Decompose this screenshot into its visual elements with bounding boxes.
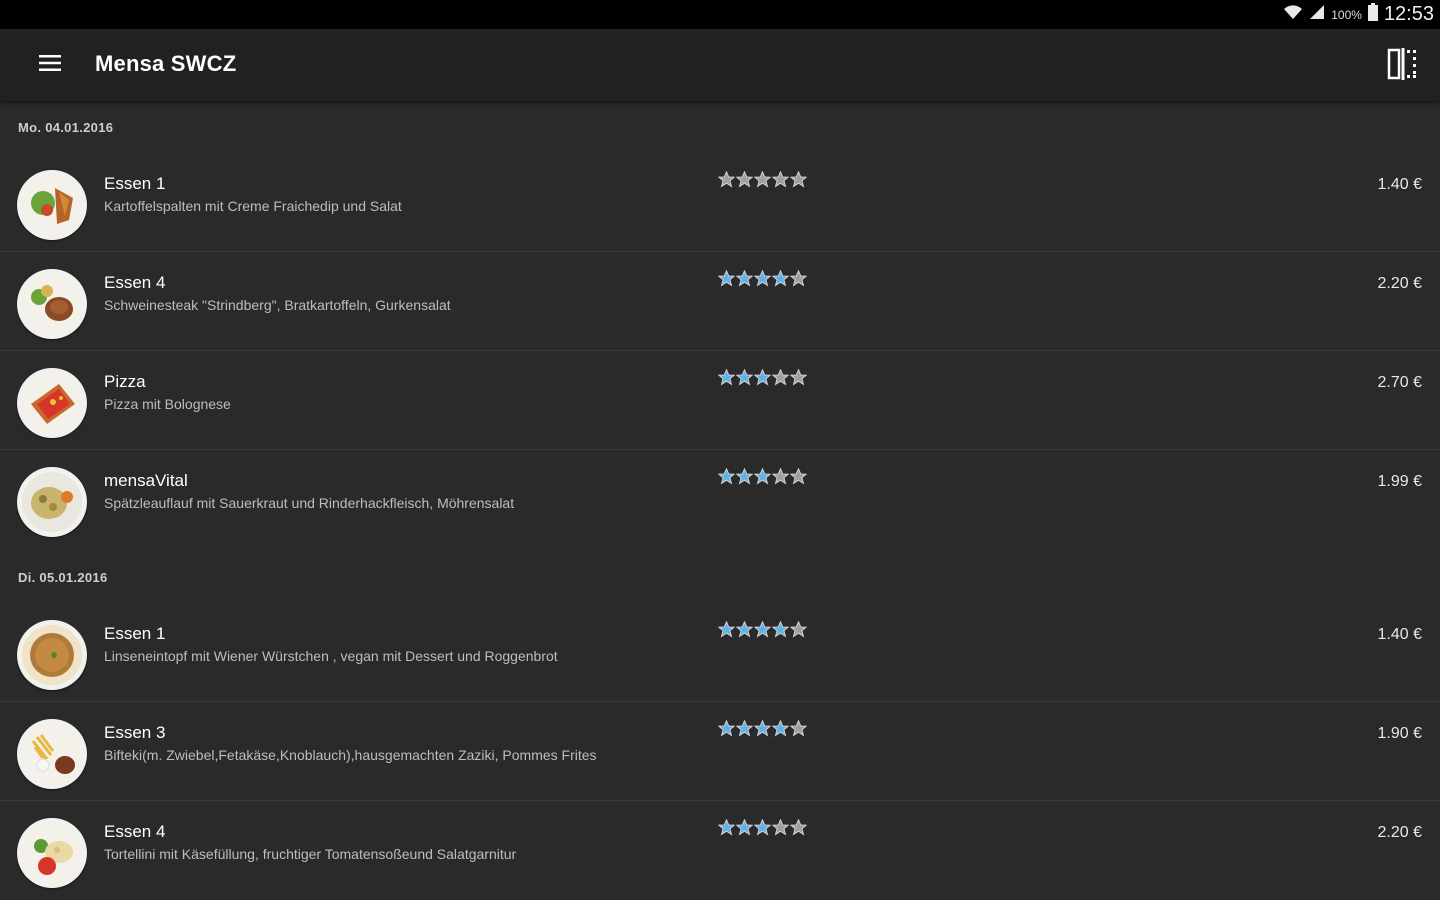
star-empty-icon bbox=[736, 171, 753, 188]
star-empty-icon bbox=[772, 369, 789, 386]
meal-description: Kartoffelspalten mit Creme Fraichedip un… bbox=[104, 198, 402, 214]
food-pizza-icon bbox=[17, 368, 87, 438]
star-filled-icon bbox=[736, 720, 753, 737]
meal-item[interactable]: Essen 1 Kartoffelspalten mit Creme Fraic… bbox=[0, 153, 1440, 252]
food-pork-steak-icon bbox=[17, 269, 87, 339]
meal-name: Essen 1 bbox=[104, 174, 166, 193]
star-empty-icon bbox=[790, 270, 807, 287]
star-filled-icon bbox=[754, 621, 771, 638]
meal-price: 1.40 € bbox=[1377, 176, 1422, 193]
status-bar: 100% 12:53 bbox=[0, 0, 1440, 29]
star-empty-icon bbox=[790, 369, 807, 386]
battery-percent: 100% bbox=[1331, 7, 1362, 22]
meal-item[interactable]: Essen 4 Tortellini mit Käsefüllung, fruc… bbox=[0, 801, 1440, 900]
rating-stars bbox=[718, 270, 807, 287]
star-empty-icon bbox=[754, 171, 771, 188]
meal-description: Bifteki(m. Zwiebel,Fetakäse,Knoblauch),h… bbox=[104, 747, 597, 763]
meal-price: 1.90 € bbox=[1377, 725, 1422, 742]
clock: 12:53 bbox=[1383, 3, 1434, 25]
star-empty-icon bbox=[790, 819, 807, 836]
star-filled-icon bbox=[754, 819, 771, 836]
day-header: Mo. 04.01.2016 bbox=[18, 120, 114, 135]
meal-price: 1.40 € bbox=[1377, 626, 1422, 643]
star-filled-icon bbox=[754, 468, 771, 485]
rating-stars bbox=[718, 369, 807, 386]
meal-description: Schweinesteak "Strindberg", Bratkartoffe… bbox=[104, 297, 451, 313]
star-filled-icon bbox=[718, 819, 735, 836]
food-spaetzle-casserole-icon bbox=[17, 467, 87, 537]
split-view-icon bbox=[1387, 47, 1419, 86]
meal-price: 2.20 € bbox=[1377, 824, 1422, 841]
meal-description: Pizza mit Bolognese bbox=[104, 396, 231, 412]
app-toolbar: Mensa SWCZ bbox=[0, 29, 1440, 101]
star-filled-icon bbox=[736, 819, 753, 836]
rating-stars bbox=[718, 621, 807, 638]
star-filled-icon bbox=[736, 369, 753, 386]
star-empty-icon bbox=[772, 468, 789, 485]
food-bifteki-fries-icon bbox=[17, 719, 87, 789]
star-filled-icon bbox=[772, 720, 789, 737]
meal-description: Tortellini mit Käsefüllung, fruchtiger T… bbox=[104, 846, 517, 862]
star-filled-icon bbox=[718, 720, 735, 737]
rating-stars bbox=[718, 468, 807, 485]
star-empty-icon bbox=[718, 171, 735, 188]
food-potato-wedges-salad-icon bbox=[17, 170, 87, 240]
rating-stars bbox=[718, 819, 807, 836]
star-filled-icon bbox=[772, 621, 789, 638]
star-empty-icon bbox=[790, 720, 807, 737]
wifi-icon bbox=[1283, 4, 1303, 25]
menu-list[interactable]: Mo. 04.01.2016 Essen 1 Kartoffelspalten … bbox=[0, 101, 1440, 900]
meal-name: Essen 3 bbox=[104, 723, 166, 742]
meal-name: Essen 1 bbox=[104, 624, 166, 643]
star-filled-icon bbox=[754, 369, 771, 386]
star-filled-icon bbox=[772, 270, 789, 287]
food-lentil-stew-icon bbox=[17, 620, 87, 690]
star-filled-icon bbox=[718, 270, 735, 287]
meal-item[interactable]: mensaVital Spätzleauflauf mit Sauerkraut… bbox=[0, 450, 1440, 549]
food-tortellini-icon bbox=[17, 818, 87, 888]
meal-name: Essen 4 bbox=[104, 273, 166, 292]
meal-item[interactable]: Essen 1 Linseneintopf mit Wiener Würstch… bbox=[0, 603, 1440, 702]
signal-icon bbox=[1309, 4, 1325, 25]
star-filled-icon bbox=[736, 621, 753, 638]
star-filled-icon bbox=[754, 270, 771, 287]
meal-description: Linseneintopf mit Wiener Würstchen , veg… bbox=[104, 648, 558, 664]
battery-icon bbox=[1367, 3, 1378, 26]
star-filled-icon bbox=[718, 621, 735, 638]
page-title: Mensa SWCZ bbox=[95, 51, 237, 76]
star-empty-icon bbox=[772, 171, 789, 188]
meal-price: 2.20 € bbox=[1377, 275, 1422, 292]
star-empty-icon bbox=[790, 468, 807, 485]
star-filled-icon bbox=[718, 369, 735, 386]
star-empty-icon bbox=[790, 621, 807, 638]
meal-price: 2.70 € bbox=[1377, 374, 1422, 391]
rating-stars bbox=[718, 720, 807, 737]
meal-name: Pizza bbox=[104, 372, 146, 391]
star-filled-icon bbox=[736, 270, 753, 287]
meal-item[interactable]: Pizza Pizza mit Bolognese 2.70 € bbox=[0, 351, 1440, 450]
star-empty-icon bbox=[790, 171, 807, 188]
meal-price: 1.99 € bbox=[1377, 473, 1422, 490]
meal-item[interactable]: Essen 4 Schweinesteak "Strindberg", Brat… bbox=[0, 252, 1440, 351]
rating-stars bbox=[718, 171, 807, 188]
star-filled-icon bbox=[718, 468, 735, 485]
meal-name: Essen 4 bbox=[104, 822, 166, 841]
menu-button[interactable] bbox=[28, 43, 72, 87]
meal-name: mensaVital bbox=[104, 471, 188, 490]
meal-item[interactable]: Essen 3 Bifteki(m. Zwiebel,Fetakäse,Knob… bbox=[0, 702, 1440, 801]
hamburger-icon bbox=[39, 54, 61, 76]
split-view-button[interactable] bbox=[1380, 43, 1426, 89]
star-filled-icon bbox=[754, 720, 771, 737]
star-filled-icon bbox=[736, 468, 753, 485]
meal-description: Spätzleauflauf mit Sauerkraut und Rinder… bbox=[104, 495, 515, 511]
star-empty-icon bbox=[772, 819, 789, 836]
day-header: Di. 05.01.2016 bbox=[18, 570, 108, 585]
